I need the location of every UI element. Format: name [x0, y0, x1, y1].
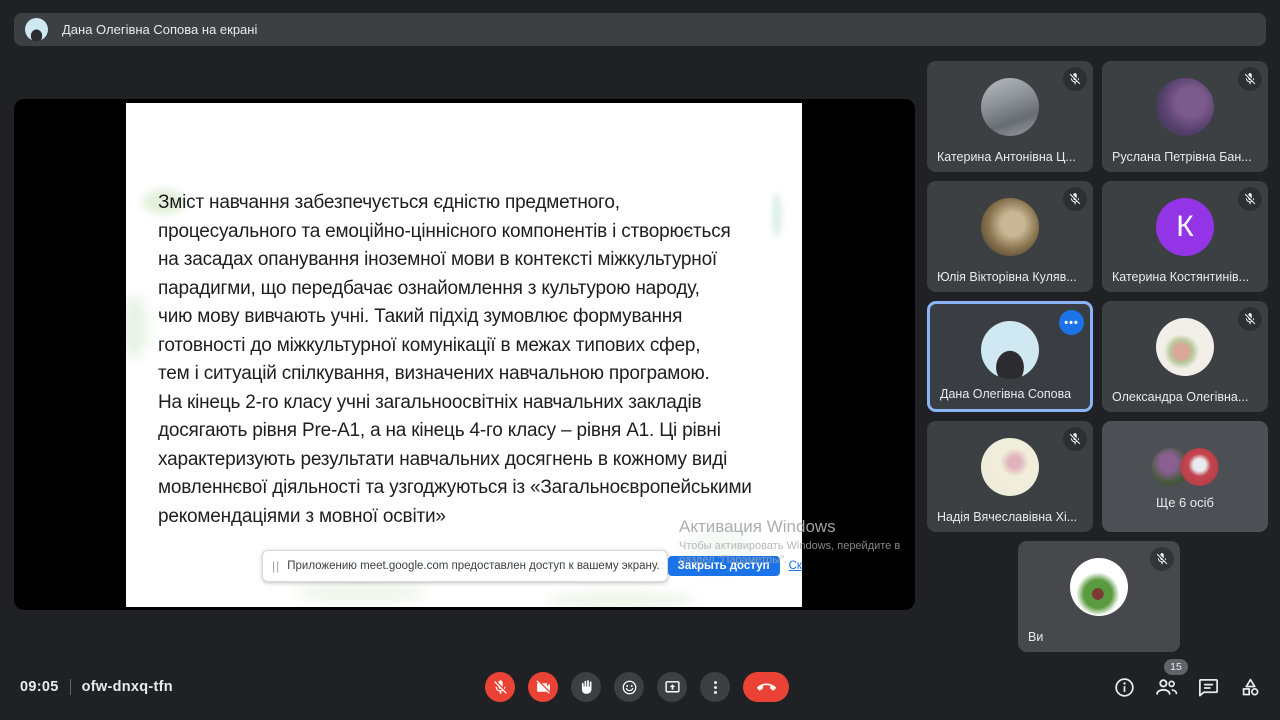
mic-muted-icon: [1150, 547, 1174, 571]
slide-text-line: готовності до міжкультурної комунікації …: [158, 332, 752, 361]
avatar: [981, 438, 1039, 496]
mic-muted-icon: [1238, 67, 1262, 91]
slide-text-line: рекомендаціями з мовної освіти»: [158, 503, 752, 532]
participant-name: Дана Олегівна Сопова: [940, 387, 1071, 401]
avatar: [1181, 448, 1219, 486]
chat-button[interactable]: [1196, 672, 1221, 702]
slide-text-line: Зміст навчання забезпечується єдністю пр…: [158, 189, 752, 218]
slide-text-line: тем і ситуацій спілкування, визначених н…: [158, 360, 752, 389]
participant-tile[interactable]: К Катерина Костянтинів...: [1102, 181, 1268, 292]
screen-share-notice-bar: || Приложению meet.google.com предоставл…: [262, 550, 668, 582]
slide-text-line: парадигми, що передбачає ознайомлення з …: [158, 275, 752, 304]
meeting-info: 09:05 ofw-dnxq-tfn: [20, 679, 173, 695]
mic-muted-icon: [1238, 187, 1262, 211]
share-notice-message: Приложению meet.google.com предоставлен …: [287, 560, 659, 572]
overflow-avatars: [1152, 448, 1219, 486]
overflow-count-label: Ще 6 осіб: [1102, 495, 1268, 510]
avatar: [981, 321, 1039, 379]
people-icon: [1154, 674, 1179, 700]
participant-name: Катерина Костянтинів...: [1112, 270, 1249, 284]
slide-text-line: досягають рівня Pre-A1, а на кінець 4-го…: [158, 417, 752, 446]
mic-muted-icon: [1238, 307, 1262, 331]
participant-tile-active-presenter[interactable]: ••• Дана Олегівна Сопова: [927, 301, 1093, 412]
participants-count-badge: 15: [1164, 659, 1188, 675]
slide-watercolor-decoration: [296, 581, 426, 605]
camera-off-button[interactable]: [528, 672, 558, 702]
avatar-initial: К: [1156, 198, 1214, 256]
tile-more-options-button[interactable]: •••: [1059, 310, 1084, 335]
slide-watercolor-decoration: [546, 591, 696, 607]
stop-sharing-button: Закрыть доступ: [668, 556, 780, 576]
present-screen-icon: [664, 679, 681, 696]
participant-tile[interactable]: Олександра Олегівна...: [1102, 301, 1268, 412]
show-participants-button[interactable]: [1154, 672, 1179, 702]
divider: [70, 679, 71, 695]
activities-button[interactable]: [1238, 672, 1263, 702]
avatar: [1070, 558, 1128, 616]
participant-name: Катерина Антонівна Ц...: [937, 150, 1076, 164]
raise-hand-icon: [578, 679, 595, 696]
mic-off-icon: [492, 679, 509, 696]
presenter-avatar: [25, 18, 48, 41]
call-controls: [485, 672, 789, 702]
present-screen-button[interactable]: [657, 672, 687, 702]
participant-tile[interactable]: Надія Вячеславівна Хі...: [927, 421, 1093, 532]
participant-tile[interactable]: Катерина Антонівна Ц...: [927, 61, 1093, 172]
drag-handle-icon: ||: [272, 559, 280, 573]
mic-mute-button[interactable]: [485, 672, 515, 702]
slide-body-text: Зміст навчання забезпечується єдністю пр…: [158, 189, 752, 531]
slide-watercolor-decoration: [126, 295, 148, 359]
mic-muted-icon: [1063, 67, 1087, 91]
meeting-details-button[interactable]: [1112, 672, 1137, 702]
presenting-banner-text: Дана Олегівна Сопова на екрані: [62, 22, 257, 37]
participant-name: Юлія Вікторівна Куляв...: [937, 270, 1077, 284]
chat-icon: [1197, 676, 1220, 699]
end-call-button[interactable]: [743, 672, 789, 702]
self-tile[interactable]: Ви: [1018, 541, 1180, 652]
smiley-icon: [621, 679, 638, 696]
mic-muted-icon: [1063, 187, 1087, 211]
participant-name: Надія Вячеславівна Хі...: [937, 510, 1077, 524]
meeting-code: ofw-dnxq-tfn: [82, 679, 173, 695]
slide-text-line: на засадах опанування іноземної мови в к…: [158, 246, 752, 275]
participant-tile[interactable]: Руслана Петрівна Бан...: [1102, 61, 1268, 172]
slide-text-line: процесуального та емоційно-ціннісного ко…: [158, 218, 752, 247]
slide-text-line: характеризують результати навчальних дос…: [158, 446, 752, 475]
avatar: [1156, 318, 1214, 376]
avatar: [981, 198, 1039, 256]
overflow-participants-tile[interactable]: Ще 6 осіб: [1102, 421, 1268, 532]
raise-hand-button[interactable]: [571, 672, 601, 702]
mic-muted-icon: [1063, 427, 1087, 451]
clock-time: 09:05: [20, 679, 59, 695]
presentation-slide: Зміст навчання забезпечується єдністю пр…: [126, 103, 802, 607]
avatar: [1156, 78, 1214, 136]
participant-name: Руслана Петрівна Бан...: [1112, 150, 1252, 164]
hide-notice-link: Скрыть: [789, 560, 802, 572]
end-call-icon: [757, 678, 776, 697]
slide-text-line: чию мову вивчають учні. Такий підхід зум…: [158, 303, 752, 332]
camera-off-icon: [535, 679, 552, 696]
participant-name: Олександра Олегівна...: [1112, 390, 1248, 404]
activities-icon: [1239, 676, 1262, 699]
slide-text-line: мовленнєвої діяльності та узгоджуються і…: [158, 474, 752, 503]
reactions-button[interactable]: [614, 672, 644, 702]
participant-name: Ви: [1028, 630, 1043, 644]
more-options-button[interactable]: [700, 672, 730, 702]
shared-screen-stage: Зміст навчання забезпечується єдністю пр…: [14, 99, 915, 610]
presenting-banner[interactable]: Дана Олегівна Сопова на екрані: [14, 13, 1266, 46]
slide-text-line: На кінець 2-го класу учні загальноосвітн…: [158, 389, 752, 418]
slide-watercolor-decoration: [772, 193, 782, 237]
info-icon: [1113, 676, 1136, 699]
more-vert-icon: [707, 679, 724, 696]
panel-buttons: [1112, 672, 1263, 702]
participant-tile[interactable]: Юлія Вікторівна Куляв...: [927, 181, 1093, 292]
avatar: [981, 78, 1039, 136]
